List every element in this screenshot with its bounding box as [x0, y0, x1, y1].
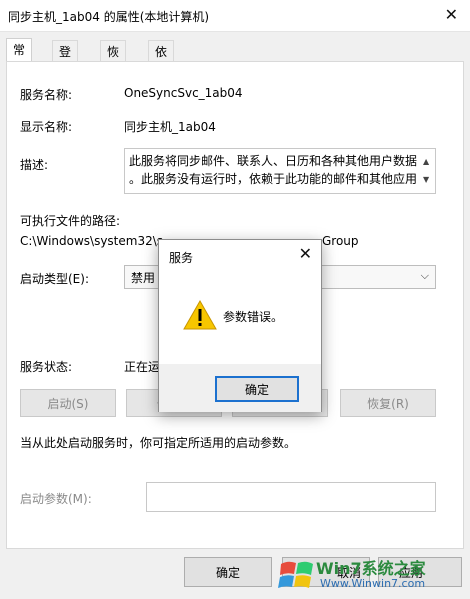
exe-path-label: 可执行文件的路径: — [20, 214, 121, 228]
startup-type-value: 禁用 — [131, 271, 156, 285]
scroll-up-icon[interactable]: ▲ — [423, 153, 429, 171]
chevron-down-icon: ⌵ — [420, 269, 429, 282]
description-line-2: 。此服务没有运行时，依赖于此功能的邮件和其他应用 — [129, 172, 418, 186]
description-scrollbar[interactable]: ▲ ▼ — [421, 151, 433, 191]
close-icon[interactable]: ✕ — [299, 244, 312, 263]
window-titlebar: 同步主机_1ab04 的属性(本地计算机) ✕ — [0, 0, 470, 32]
start-params-input[interactable] — [146, 482, 436, 512]
cancel-button[interactable]: 取消 — [282, 557, 370, 587]
service-name-value: OneSyncSvc_1ab04 — [124, 86, 243, 100]
tab-logon[interactable]: 登录 — [52, 40, 79, 76]
tab-recovery[interactable]: 恢复 — [100, 40, 127, 76]
dialog-message: 参数错误。 — [223, 310, 284, 324]
display-name-label: 显示名称: — [20, 120, 73, 134]
startup-type-label: 启动类型(E): — [20, 272, 89, 286]
display-name-value: 同步主机_1ab04 — [124, 120, 216, 134]
description-line-1: 此服务将同步邮件、联系人、日历和各种其他用户数据 — [129, 154, 418, 168]
resume-button[interactable]: 恢复(R) — [340, 389, 436, 417]
start-params-hint: 当从此处启动服务时，你可指定所适用的启动参数。 — [20, 436, 297, 450]
tab-dependencies[interactable]: 依存关系 — [148, 40, 175, 110]
start-button[interactable]: 启动(S) — [20, 389, 116, 417]
description-label: 描述: — [20, 158, 49, 172]
scroll-down-icon[interactable]: ▼ — [423, 171, 429, 189]
exe-path-value: C:\Windows\system32\s — [20, 234, 164, 248]
window-title: 同步主机_1ab04 的属性(本地计算机) — [8, 10, 210, 24]
exe-path-tail: Group — [322, 234, 359, 248]
dialog-footer-bar: 确定 — [159, 364, 321, 412]
ok-button[interactable]: 确定 — [184, 557, 272, 587]
description-box[interactable]: 此服务将同步邮件、联系人、日历和各种其他用户数据 。此服务没有运行时，依赖于此功… — [124, 148, 436, 194]
start-params-label: 启动参数(M): — [20, 492, 92, 506]
service-status-value: 正在运 — [124, 360, 161, 374]
service-status-label: 服务状态: — [20, 360, 73, 374]
error-dialog: 服务 ✕ 参数错误。 确定 — [158, 239, 322, 412]
service-name-label: 服务名称: — [20, 88, 73, 102]
close-icon[interactable]: ✕ — [445, 5, 458, 24]
apply-button[interactable]: 应用 — [378, 557, 462, 587]
dialog-body: 参数错误。 — [159, 270, 321, 364]
warning-icon — [183, 300, 217, 330]
tab-general[interactable]: 常规 — [6, 38, 33, 74]
dialog-title: 服务 — [169, 251, 194, 265]
dialog-ok-button[interactable]: 确定 — [215, 376, 299, 402]
